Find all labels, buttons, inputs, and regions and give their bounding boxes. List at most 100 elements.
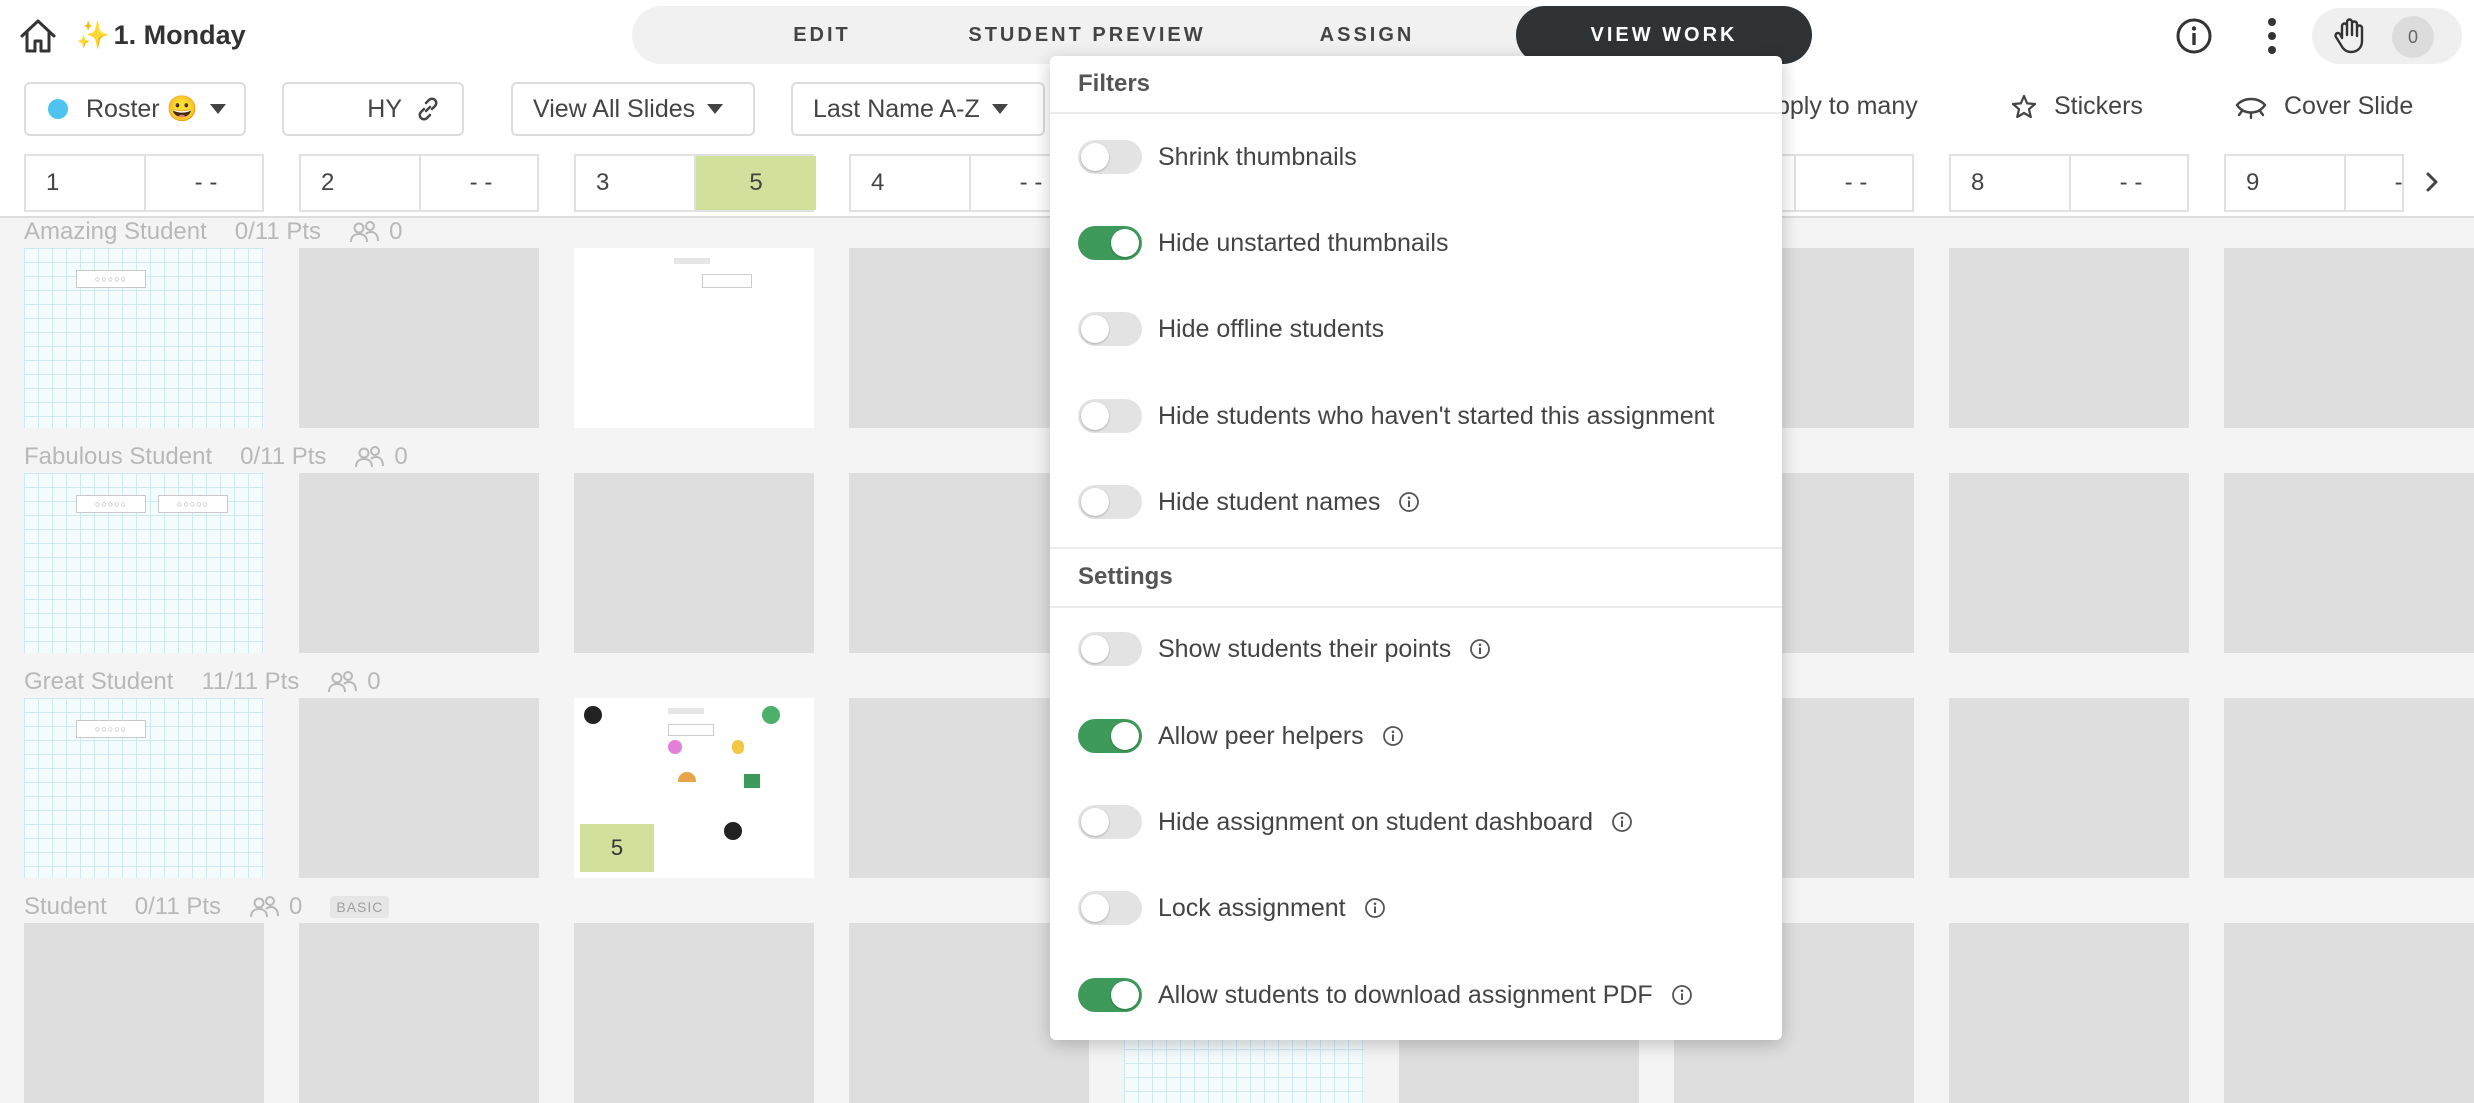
toggle-switch[interactable]	[1078, 632, 1142, 666]
raised-hand-count: 0	[2392, 16, 2434, 58]
info-icon	[2176, 18, 2212, 54]
setting-allow-peer-helpers[interactable]: Allow peer helpers	[1078, 719, 1404, 753]
filter-hide-student-names[interactable]: Hide student names	[1078, 485, 1420, 519]
slide-thumbnail[interactable]	[299, 698, 539, 878]
slide-thumbnail[interactable]	[24, 923, 264, 1103]
cover-slide-label: Cover Slide	[2284, 92, 2414, 120]
filter-shrink-thumbnails[interactable]: Shrink thumbnails	[1078, 140, 1357, 174]
slide-number: 9	[2246, 169, 2260, 196]
slide-column-header[interactable]: 8 - -	[1949, 154, 2189, 212]
slide-thumbnail[interactable]	[2224, 473, 2474, 653]
setting-show-points[interactable]: Show students their points	[1078, 632, 1491, 666]
toggle-switch[interactable]	[1078, 978, 1142, 1012]
setting-hide-on-dashboard[interactable]: Hide assignment on student dashboard	[1078, 805, 1633, 839]
chevron-right-icon[interactable]	[2420, 166, 2444, 198]
slide-column-header[interactable]: 9 - -	[2224, 154, 2404, 212]
slide-thumbnail[interactable]: ○○○○○ ○○○○○	[24, 473, 264, 653]
info-button[interactable]	[2172, 14, 2216, 58]
peer-helpers-icon	[250, 896, 280, 918]
slide-number: 8	[1971, 169, 1985, 196]
slide-thumbnail[interactable]	[574, 923, 814, 1103]
toggle-switch[interactable]	[1078, 399, 1142, 433]
divider	[1050, 112, 1782, 114]
slide-thumbnail[interactable]	[574, 248, 814, 428]
info-icon[interactable]	[1398, 491, 1420, 513]
kebab-menu-icon	[2268, 18, 2276, 54]
info-icon[interactable]	[1611, 811, 1633, 833]
filter-hide-offline-students[interactable]: Hide offline students	[1078, 312, 1384, 346]
slide-thumbnail[interactable]	[574, 473, 814, 653]
option-label: Hide student names	[1158, 487, 1381, 516]
tab-edit[interactable]: EDIT	[712, 6, 932, 64]
filter-hide-not-started-students[interactable]: Hide students who haven't started this a…	[1078, 399, 1714, 433]
toggle-switch[interactable]	[1078, 312, 1142, 346]
slide-thumbnail[interactable]	[299, 473, 539, 653]
caret-down-icon	[707, 104, 724, 114]
student-points: 0/11 Pts	[240, 443, 327, 470]
slide-thumbnail[interactable]	[2224, 923, 2474, 1103]
slide-thumbnail[interactable]: ○○○○○	[24, 698, 264, 878]
slide-response-count: - -	[2344, 156, 2402, 210]
option-label: Hide unstarted thumbnails	[1158, 228, 1449, 257]
toggle-switch[interactable]	[1078, 891, 1142, 925]
cover-slide-button[interactable]: Cover Slide	[2234, 92, 2413, 121]
option-label: Hide students who haven't started this a…	[1158, 401, 1715, 430]
assignment-title: 1. Monday	[113, 20, 246, 50]
slide-thumbnail[interactable]	[1949, 698, 2189, 878]
raised-hands-button[interactable]: 0	[2312, 8, 2462, 64]
slides-filter-dropdown[interactable]: View All Slides	[511, 82, 755, 136]
slide-thumbnail[interactable]: 5	[574, 698, 814, 878]
apply-to-many-button[interactable]: pply to many	[1776, 92, 1918, 121]
roster-dropdown[interactable]: Roster 😀	[24, 82, 246, 136]
number-strip: ○○○○○	[158, 495, 228, 513]
score-badge: 5	[580, 824, 654, 872]
thumbnail-box	[702, 274, 752, 288]
sort-dropdown[interactable]: Last Name A-Z	[791, 82, 1045, 136]
stickers-button[interactable]: Stickers	[2010, 92, 2143, 121]
settings-heading: Settings	[1078, 563, 1173, 590]
info-icon[interactable]	[1382, 725, 1404, 747]
toggle-switch[interactable]	[1078, 485, 1142, 519]
setting-allow-pdf-download[interactable]: Allow students to download assignment PD…	[1078, 978, 1693, 1012]
slide-thumbnail[interactable]	[299, 248, 539, 428]
peer-helpers: 0	[349, 218, 402, 246]
slide-column-header[interactable]: 1 - -	[24, 154, 264, 212]
slide-thumbnail[interactable]	[2224, 248, 2474, 428]
slide-column-header[interactable]: 3 5	[574, 154, 816, 212]
option-label: Allow students to download assignment PD…	[1158, 980, 1653, 1009]
slide-thumbnail[interactable]	[299, 923, 539, 1103]
number-strip: ○○○○○	[76, 495, 146, 513]
option-label: Show students their points	[1158, 634, 1452, 663]
slide-number: 4	[871, 169, 885, 196]
info-icon[interactable]	[1671, 984, 1693, 1006]
toggle-switch[interactable]	[1078, 719, 1142, 753]
filter-hide-unstarted-thumbnails[interactable]: Hide unstarted thumbnails	[1078, 226, 1448, 260]
more-options-button[interactable]	[2254, 14, 2290, 58]
info-icon[interactable]	[1469, 638, 1491, 660]
toggle-switch[interactable]	[1078, 226, 1142, 260]
slide-thumbnail[interactable]	[2224, 698, 2474, 878]
student-name[interactable]: Fabulous Student	[24, 443, 212, 471]
student-name[interactable]: Great Student	[24, 668, 173, 696]
student-name[interactable]: Amazing Student	[24, 218, 207, 246]
slide-thumbnail[interactable]	[1949, 923, 2189, 1103]
toggle-switch[interactable]	[1078, 140, 1142, 174]
slide-column-header[interactable]: 2 - -	[299, 154, 539, 212]
basic-tag: BASIC	[330, 896, 390, 918]
student-name[interactable]: Student	[24, 893, 107, 921]
peer-helpers-icon	[328, 671, 358, 693]
info-icon[interactable]	[1364, 897, 1386, 919]
home-icon[interactable]	[16, 14, 60, 58]
slide-thumbnail[interactable]	[1949, 248, 2189, 428]
setting-lock-assignment[interactable]: Lock assignment	[1078, 891, 1386, 925]
class-code-button[interactable]: HY	[282, 82, 464, 136]
filters-heading: Filters	[1078, 70, 1151, 97]
slide-thumbnail[interactable]: ○○○○○	[24, 248, 264, 428]
divider	[1050, 606, 1782, 608]
peer-count: 0	[394, 443, 408, 470]
roster-label: Roster 😀	[86, 94, 198, 123]
slide-thumbnail[interactable]	[1949, 473, 2189, 653]
toggle-switch[interactable]	[1078, 805, 1142, 839]
number-strip: ○○○○○	[76, 720, 146, 738]
option-label: Allow peer helpers	[1158, 721, 1364, 750]
